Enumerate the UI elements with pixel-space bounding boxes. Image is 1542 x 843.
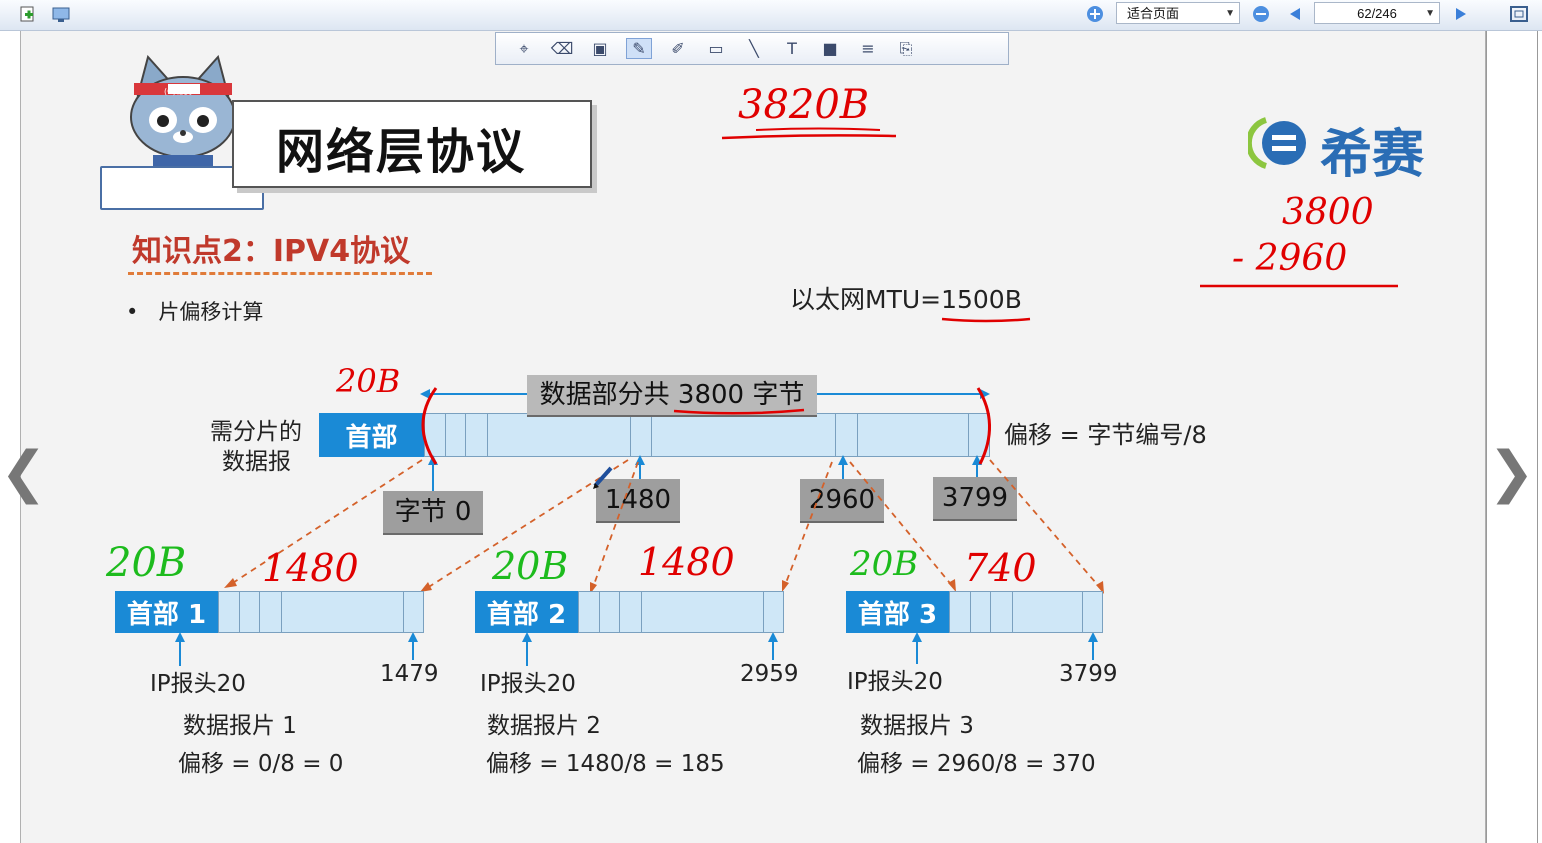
annotation-frag2-data: 1480	[638, 540, 735, 584]
fragment3-header: 首部 3	[846, 591, 949, 633]
pen-cursor-icon	[593, 466, 613, 489]
fragment3-ip-head: IP报头20	[847, 669, 943, 695]
fragment3-end-byte: 3799	[1059, 661, 1118, 687]
annotation-header-size: 20B	[336, 362, 401, 400]
annotation-calc-top: 3800	[1282, 192, 1374, 233]
fragment2-ip-head: IP报头20	[480, 671, 576, 697]
fragment3-name: 数据报片 3	[860, 713, 974, 739]
annotation-frag3-data: 740	[964, 546, 1037, 590]
annotation-data-brackets	[421, 387, 991, 465]
annotation-calc-line	[1200, 284, 1398, 288]
annotation-frag3-header: 20B	[850, 544, 919, 584]
fragment1-data-bar	[218, 591, 424, 633]
fragment2-header: 首部 2	[475, 591, 578, 633]
fragment1-name: 数据报片 1	[183, 713, 297, 739]
annotation-total-size: 3820B	[738, 82, 870, 128]
annotation-frag1-data: 1480	[262, 546, 359, 590]
annotation-frag1-header: 20B	[106, 540, 187, 586]
annotation-calc-bottom: - 2960	[1232, 238, 1348, 279]
fragment2-offset: 偏移 = 1480/8 = 185	[486, 751, 725, 777]
fragment1-header: 首部 1	[115, 591, 218, 633]
fragment1-end-byte: 1479	[380, 661, 439, 687]
fragment2-end-byte: 2959	[740, 661, 799, 687]
fragment2-name: 数据报片 2	[487, 713, 601, 739]
annotation-frag2-header: 20B	[492, 544, 569, 588]
annotation-total-underline	[721, 127, 897, 140]
fragment1-offset: 偏移 = 0/8 = 0	[178, 751, 344, 777]
fragment1-ip-head: IP报头20	[150, 671, 246, 697]
fragment2-data-bar	[578, 591, 784, 633]
fragment3-data-bar	[949, 591, 1103, 633]
fragment3-offset: 偏移 = 2960/8 = 370	[857, 751, 1096, 777]
